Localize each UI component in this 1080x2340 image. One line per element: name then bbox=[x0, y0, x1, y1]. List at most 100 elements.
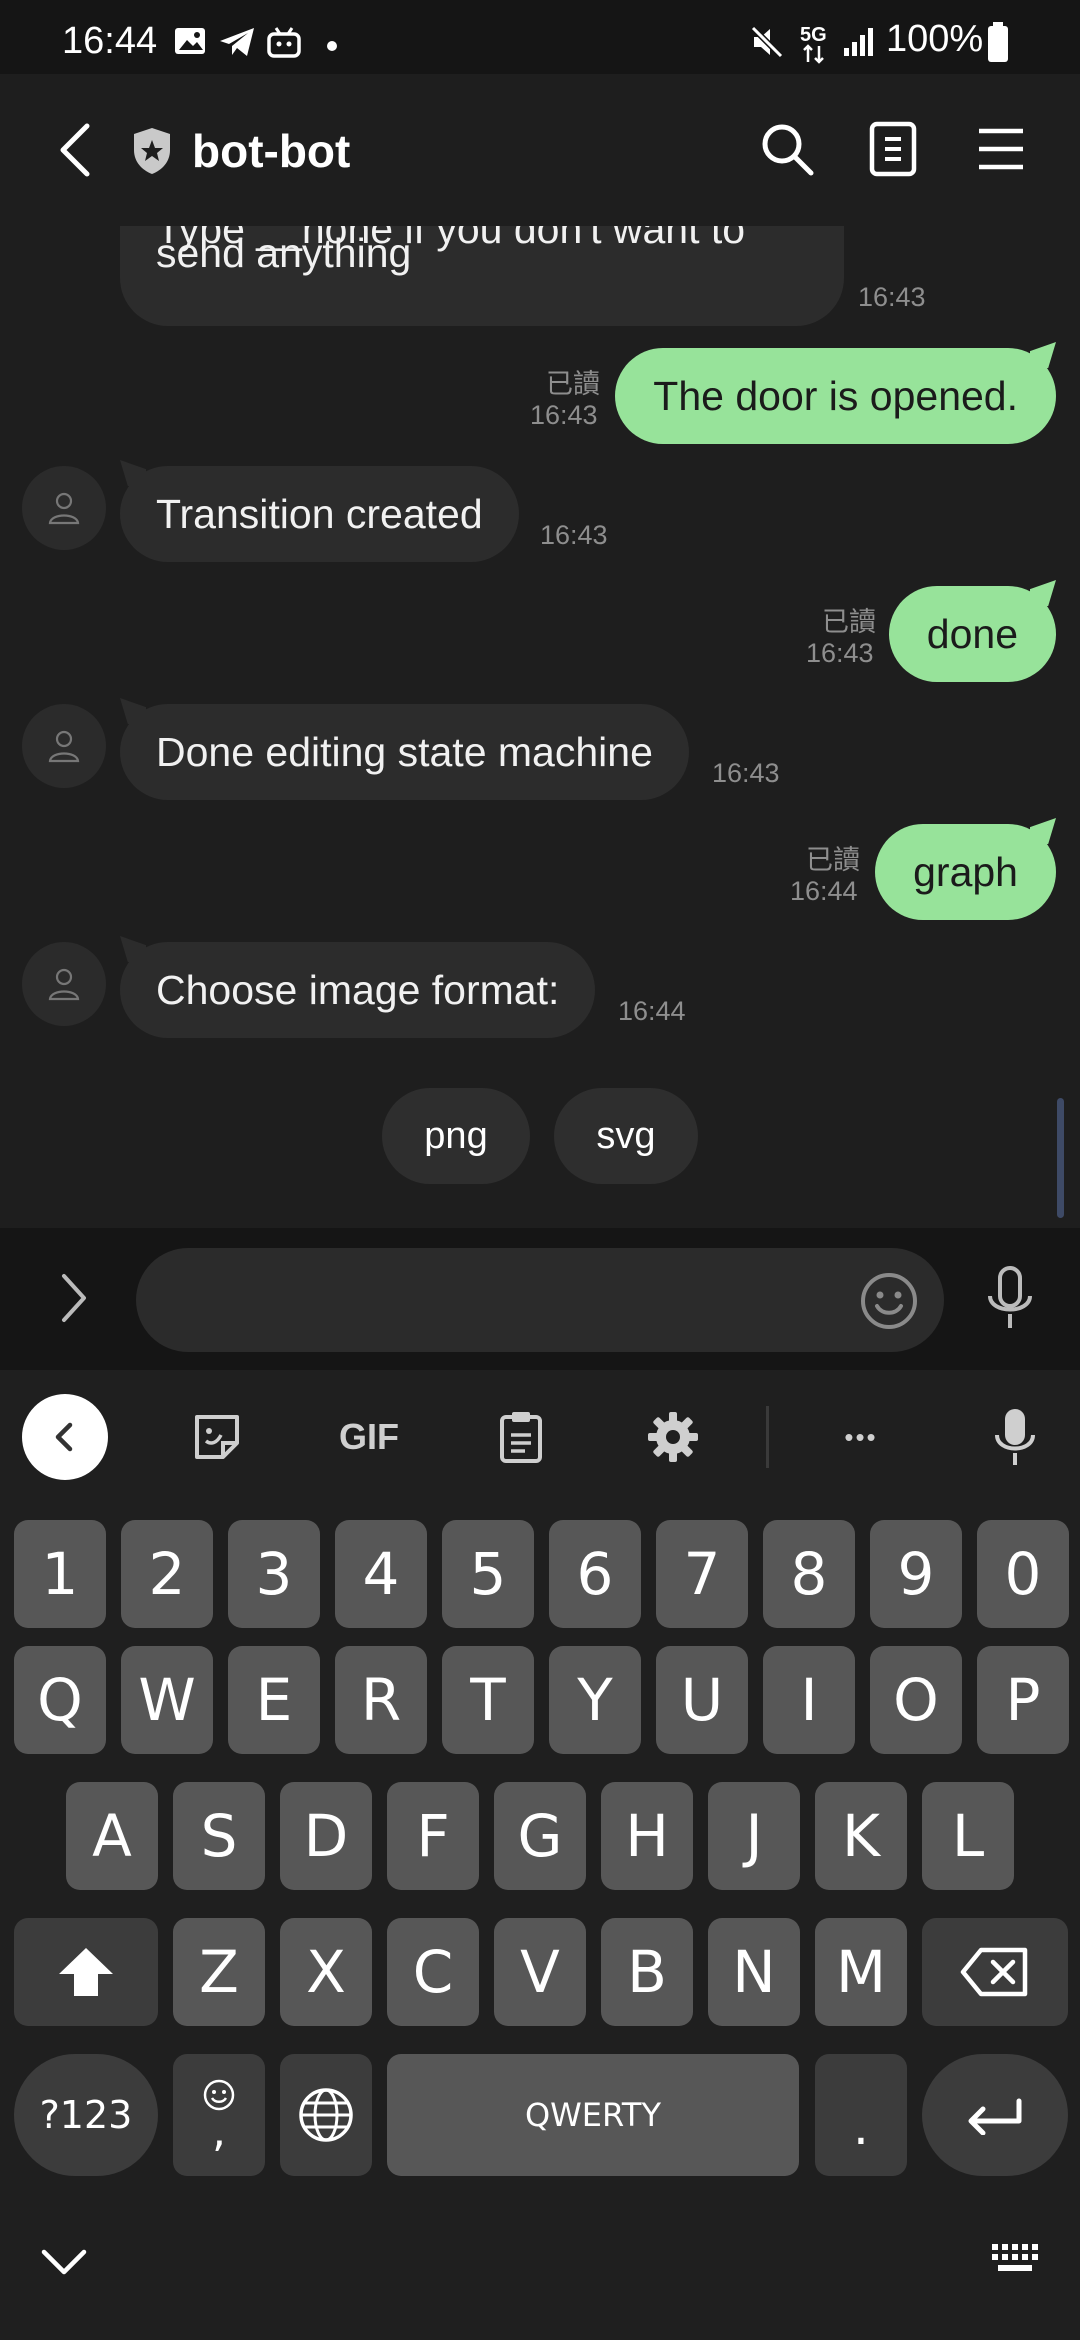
clipboard-button[interactable] bbox=[478, 1394, 564, 1480]
read-receipt: 已讀 bbox=[822, 607, 876, 637]
chat-header: bot-bot bbox=[0, 74, 1080, 226]
message-time: 16:43 bbox=[540, 520, 608, 550]
key-z[interactable]: Z bbox=[173, 1918, 265, 2026]
battery-percent: 100% bbox=[886, 18, 984, 60]
shift-icon bbox=[59, 1948, 113, 1996]
period-key[interactable]: . bbox=[815, 2054, 907, 2176]
message-bubble-incoming[interactable]: Type __none if you don't want to send an… bbox=[120, 226, 844, 326]
back-button[interactable] bbox=[40, 110, 110, 190]
message-bubble-incoming[interactable]: Choose image format: bbox=[120, 942, 596, 1038]
key-5[interactable]: 5 bbox=[442, 1520, 534, 1628]
symbols-key[interactable]: ?123 bbox=[14, 2054, 158, 2176]
key-0[interactable]: 0 bbox=[977, 1520, 1069, 1628]
message-list[interactable]: Type __none if you don't want to send an… bbox=[0, 226, 1080, 1228]
key-u[interactable]: U bbox=[656, 1646, 748, 1754]
collapse-toolbar-button[interactable] bbox=[22, 1394, 108, 1480]
key-d[interactable]: D bbox=[280, 1782, 372, 1890]
space-key[interactable]: QWERTY bbox=[387, 2054, 799, 2176]
person-icon bbox=[48, 968, 80, 1001]
comma-key[interactable]: , bbox=[173, 2054, 265, 2176]
key-n[interactable]: N bbox=[708, 1918, 800, 2026]
key-c[interactable]: C bbox=[387, 1918, 479, 2026]
mute-icon bbox=[750, 26, 784, 58]
signal-icon bbox=[844, 28, 873, 56]
message-bubble-outgoing[interactable]: done bbox=[888, 586, 1056, 682]
keyboard-switch-button[interactable] bbox=[988, 2238, 1044, 2282]
key-v[interactable]: V bbox=[494, 1918, 586, 2026]
image-icon bbox=[175, 28, 205, 54]
key-a[interactable]: A bbox=[66, 1782, 158, 1890]
avatar[interactable] bbox=[22, 942, 106, 1026]
emoji-button[interactable] bbox=[858, 1270, 920, 1332]
voice-input-button[interactable] bbox=[972, 1394, 1058, 1480]
telegram-icon bbox=[220, 28, 254, 56]
sticker-button[interactable] bbox=[174, 1394, 260, 1480]
language-key[interactable] bbox=[280, 2054, 372, 2176]
key-t[interactable]: T bbox=[442, 1646, 534, 1754]
key-b[interactable]: B bbox=[601, 1918, 693, 2026]
key-h[interactable]: H bbox=[601, 1782, 693, 1890]
enter-icon bbox=[968, 2098, 1022, 2135]
person-icon bbox=[48, 492, 80, 525]
hide-keyboard-button[interactable] bbox=[36, 2242, 92, 2286]
message-text-line2: send anything bbox=[156, 230, 412, 276]
key-1[interactable]: 1 bbox=[14, 1520, 106, 1628]
gif-button[interactable]: GIF bbox=[326, 1394, 412, 1480]
message-text: Choose image format: bbox=[156, 967, 560, 1013]
expand-button[interactable] bbox=[44, 1268, 104, 1328]
notes-button[interactable] bbox=[858, 114, 928, 184]
key-e[interactable]: E bbox=[228, 1646, 320, 1754]
key-m[interactable]: M bbox=[815, 1918, 907, 2026]
key-q[interactable]: Q bbox=[14, 1646, 106, 1754]
message-bubble-outgoing[interactable]: The door is opened. bbox=[615, 348, 1056, 444]
message-text: The door is opened. bbox=[653, 373, 1018, 419]
key-j[interactable]: J bbox=[708, 1782, 800, 1890]
menu-button[interactable] bbox=[966, 114, 1036, 184]
search-button[interactable] bbox=[752, 114, 822, 184]
key-y[interactable]: Y bbox=[549, 1646, 641, 1754]
key-l[interactable]: L bbox=[922, 1782, 1014, 1890]
key-f[interactable]: F bbox=[387, 1782, 479, 1890]
shift-key[interactable] bbox=[14, 1918, 158, 2026]
key-4[interactable]: 4 bbox=[335, 1520, 427, 1628]
key-8[interactable]: 8 bbox=[763, 1520, 855, 1628]
comma-label: , bbox=[212, 2106, 226, 2157]
key-s[interactable]: S bbox=[173, 1782, 265, 1890]
keyboard-icon bbox=[992, 2244, 1038, 2271]
scroll-indicator[interactable] bbox=[1057, 1098, 1064, 1218]
search-icon bbox=[762, 124, 814, 176]
key-k[interactable]: K bbox=[815, 1782, 907, 1890]
dot-icon bbox=[327, 41, 337, 51]
enter-key[interactable] bbox=[922, 2054, 1068, 2176]
key-x[interactable]: X bbox=[280, 1918, 372, 2026]
backspace-key[interactable] bbox=[922, 1918, 1068, 2026]
quick-reply-png[interactable]: png bbox=[382, 1088, 530, 1184]
message-input[interactable] bbox=[136, 1248, 944, 1352]
keyboard: GIF ••• 1 2 3 4 5 6 7 8 9 0 Q W E R T Y … bbox=[0, 1370, 1080, 2340]
key-6[interactable]: 6 bbox=[549, 1520, 641, 1628]
quick-reply-svg[interactable]: svg bbox=[554, 1088, 698, 1184]
key-3[interactable]: 3 bbox=[228, 1520, 320, 1628]
key-w[interactable]: W bbox=[121, 1646, 213, 1754]
message-text: done bbox=[926, 611, 1018, 657]
message-bubble-incoming[interactable]: Transition created bbox=[120, 466, 519, 562]
avatar[interactable] bbox=[22, 704, 106, 788]
back-icon bbox=[60, 123, 90, 177]
key-o[interactable]: O bbox=[870, 1646, 962, 1754]
chevron-down-icon bbox=[41, 2249, 87, 2275]
message-text: Transition created bbox=[156, 491, 483, 537]
key-p[interactable]: P bbox=[977, 1646, 1069, 1754]
menu-icon bbox=[979, 128, 1023, 170]
avatar[interactable] bbox=[22, 466, 106, 550]
key-2[interactable]: 2 bbox=[121, 1520, 213, 1628]
voice-button[interactable] bbox=[980, 1264, 1040, 1336]
more-button[interactable]: ••• bbox=[818, 1394, 904, 1480]
message-bubble-incoming[interactable]: Done editing state machine bbox=[120, 704, 689, 800]
key-g[interactable]: G bbox=[494, 1782, 586, 1890]
key-r[interactable]: R bbox=[335, 1646, 427, 1754]
key-7[interactable]: 7 bbox=[656, 1520, 748, 1628]
key-i[interactable]: I bbox=[763, 1646, 855, 1754]
key-9[interactable]: 9 bbox=[870, 1520, 962, 1628]
message-bubble-outgoing[interactable]: graph bbox=[875, 824, 1056, 920]
keyboard-settings-button[interactable] bbox=[630, 1394, 716, 1480]
